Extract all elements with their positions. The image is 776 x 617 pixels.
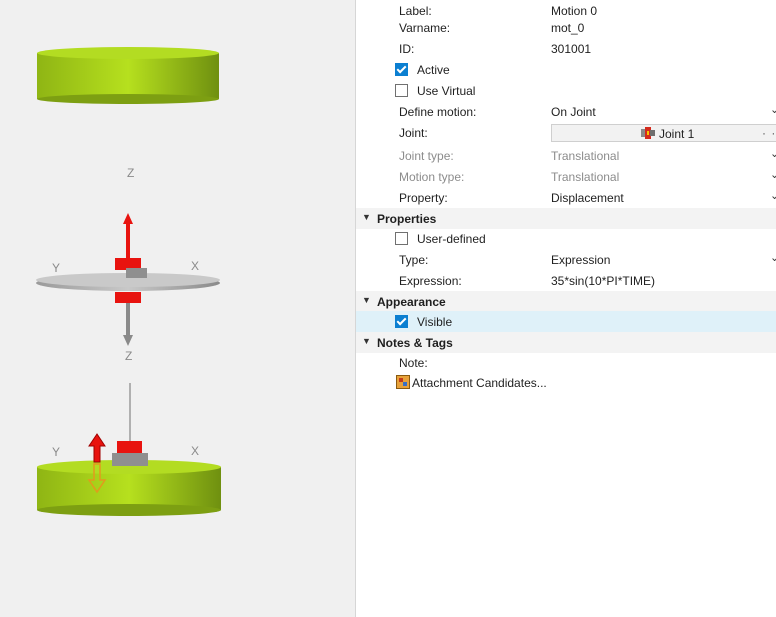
joint-icon (641, 127, 655, 139)
user-defined-row: User-defined (356, 228, 776, 249)
note-row: Note: (356, 352, 776, 373)
motion-property-panel: Label: Motion 0 Varname: mot_0 ID: 30100… (356, 0, 776, 617)
joint-value: Joint 1 (659, 127, 695, 141)
properties-section-header[interactable]: ▼ Properties (356, 208, 776, 229)
collapse-arrow-icon[interactable]: ▼ (362, 212, 371, 222)
type-row: Type: Expression ⌄ (356, 249, 776, 270)
joint-more-button[interactable]: · · (762, 126, 776, 140)
motion-type-label: Motion type: (399, 170, 465, 184)
id-row: ID: 301001 (356, 38, 776, 59)
joint-row: Joint: Joint 1 · · (356, 122, 776, 143)
visible-label: Visible (417, 315, 453, 329)
define-motion-chevron-down-icon[interactable]: ⌄ (770, 103, 776, 116)
use-virtual-row: Use Virtual (356, 80, 776, 101)
joint-type-select[interactable]: Translational (551, 149, 619, 163)
property-row: Property: Displacement ⌄ (356, 187, 776, 208)
define-motion-label: Define motion: (399, 105, 477, 119)
notes-tags-section-title: Notes & Tags (377, 336, 453, 350)
label-field-label: Label: (399, 4, 432, 18)
active-row: Active (356, 59, 776, 80)
y-axis-label-mid: Y (52, 261, 60, 275)
define-motion-row: Define motion: On Joint ⌄ (356, 101, 776, 122)
user-defined-label: User-defined (417, 232, 486, 246)
motion-type-chevron-down-icon[interactable]: ⌄ (770, 168, 776, 181)
motion-type-select[interactable]: Translational (551, 170, 619, 184)
notes-tags-section-header[interactable]: ▼ Notes & Tags (356, 332, 776, 353)
type-select[interactable]: Expression (551, 253, 610, 267)
use-virtual-checkbox[interactable] (395, 84, 408, 97)
collapse-arrow-icon[interactable]: ▼ (362, 336, 371, 346)
y-axis-label-lower: Y (52, 445, 60, 459)
active-label: Active (417, 63, 450, 77)
active-checkbox[interactable] (395, 63, 408, 76)
z-axis-label-bottom: Z (125, 349, 132, 363)
joint-marker-lower[interactable] (112, 441, 148, 466)
label-field-value[interactable]: Motion 0 (551, 4, 597, 18)
properties-section-title: Properties (377, 212, 437, 226)
property-select[interactable]: Displacement (551, 191, 624, 205)
define-motion-select[interactable]: On Joint (551, 105, 596, 119)
x-axis-label-lower: X (191, 444, 199, 458)
joint-type-row: Joint type: Translational ⌄ (356, 145, 776, 166)
user-defined-checkbox[interactable] (395, 232, 408, 245)
joint-type-label: Joint type: (399, 149, 454, 163)
x-axis-label-mid: X (191, 259, 199, 273)
upper-green-disc[interactable] (37, 47, 219, 104)
visible-checkbox[interactable] (395, 315, 408, 328)
collapse-arrow-icon[interactable]: ▼ (362, 295, 371, 305)
id-value[interactable]: 301001 (551, 42, 591, 56)
model-view: Z Y X Z Y X (36, 47, 221, 516)
appearance-section-header[interactable]: ▼ Appearance (356, 291, 776, 312)
property-label: Property: (399, 191, 448, 205)
lower-green-disc[interactable] (37, 460, 221, 516)
expression-label: Expression: (399, 274, 462, 288)
expression-value[interactable]: 35*sin(10*PI*TIME) (551, 274, 655, 288)
joint-type-chevron-down-icon[interactable]: ⌄ (770, 147, 776, 160)
z-axis-label-top: Z (127, 166, 134, 180)
visible-row: Visible (356, 311, 776, 332)
type-label: Type: (399, 253, 429, 267)
attachment-candidates-link[interactable]: Attachment Candidates... (412, 376, 547, 390)
reaction-arrow-down[interactable] (123, 303, 133, 346)
joint-label: Joint: (399, 126, 428, 140)
varname-label: Varname: (399, 21, 451, 35)
attachment-candidates-row[interactable]: Attachment Candidates... (356, 372, 776, 393)
note-label: Note: (399, 356, 428, 370)
use-virtual-label: Use Virtual (417, 84, 476, 98)
varname-value[interactable]: mot_0 (551, 21, 584, 35)
motion-type-row: Motion type: Translational ⌄ (356, 166, 776, 187)
type-chevron-down-icon[interactable]: ⌄ (770, 251, 776, 264)
motion-arrow-up[interactable] (123, 213, 133, 258)
expression-row: Expression: 35*sin(10*PI*TIME) (356, 270, 776, 291)
appearance-section-title: Appearance (377, 295, 446, 309)
property-chevron-down-icon[interactable]: ⌄ (770, 189, 776, 202)
joint-selector-button[interactable]: Joint 1 · · (551, 124, 776, 142)
id-label: ID: (399, 42, 415, 56)
varname-row: Varname: mot_0 (356, 17, 776, 38)
graphics-viewport[interactable]: Z Y X Z Y X (0, 0, 356, 617)
attachment-icon (396, 375, 410, 389)
